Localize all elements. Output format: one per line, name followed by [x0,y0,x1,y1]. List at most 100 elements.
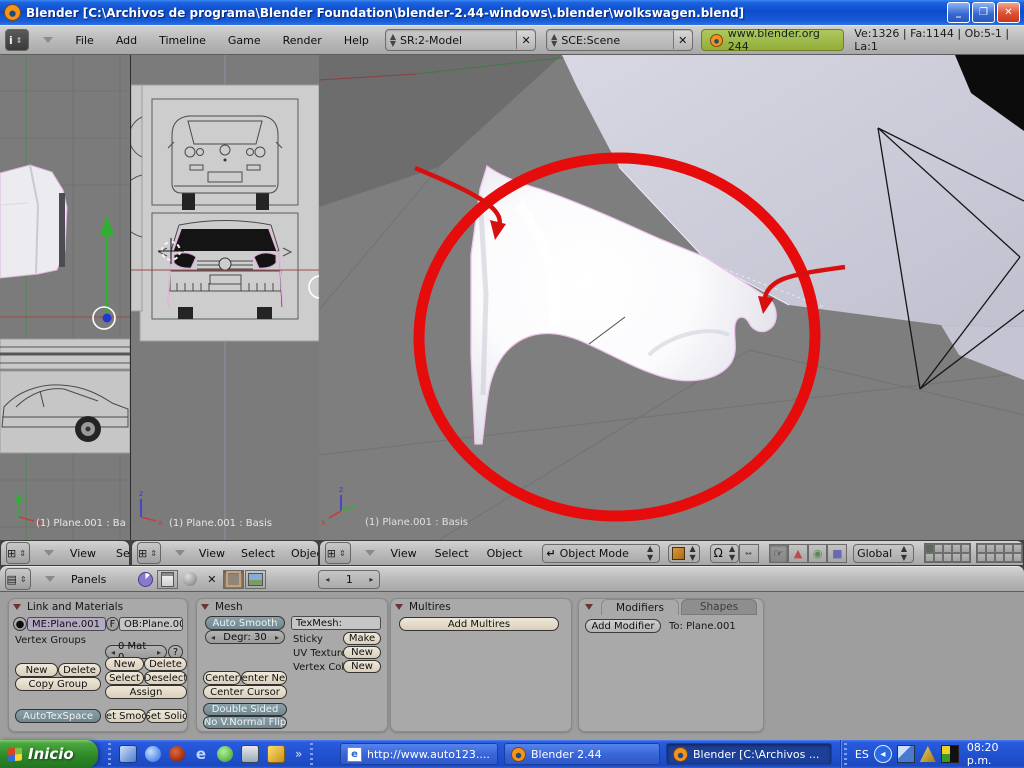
scene-context-icon[interactable] [245,570,266,589]
material-new-button[interactable]: New [105,657,144,671]
double-sided-toggle[interactable]: Double Sided [203,703,287,716]
task-button-blender[interactable]: Blender 2.44 [504,743,660,765]
tab-modifiers[interactable]: Modifiers [601,599,679,615]
logic-context-icon[interactable] [135,570,156,589]
start-button[interactable]: Inicio [0,740,98,768]
translate-manipulator-icon[interactable]: ▲ [788,544,808,563]
show-desktop-icon[interactable] [119,745,137,763]
panel-collapse-icon[interactable] [201,604,209,610]
antivirus-icon[interactable] [920,746,936,762]
grip-handle[interactable] [108,743,111,765]
screen-delete-icon[interactable]: ✕ [516,31,535,49]
viewport-main-canvas[interactable]: z x (1) Plane.001 : Basis [319,55,1024,540]
snap-grid-icon[interactable]: ⇿ [739,544,759,563]
viewport-side[interactable]: x (1) Plane.001 : Ba [0,55,131,540]
menu-object[interactable]: Object [291,547,319,560]
menu-render[interactable]: Render [283,34,322,47]
collapse-menus-icon[interactable] [45,576,55,582]
fake-user-button[interactable]: F [106,617,119,631]
set-smooth-button[interactable]: Set Smoot [105,709,146,723]
menu-file[interactable]: File [75,34,93,47]
editing-context-icon[interactable] [223,570,244,589]
vgroup-new-button[interactable]: New [15,663,58,677]
menu-object[interactable]: Object [487,547,523,560]
scene-selector[interactable]: ▲▼ SCE:Scene ✕ [546,29,693,51]
object-name-field[interactable]: OB:Plane.001 [119,617,183,631]
pivot-dropdown[interactable]: Ω ▲▼ [710,544,740,563]
collapse-menus-icon[interactable] [175,550,185,556]
viewport-side-canvas[interactable]: x (1) Plane.001 : Ba [0,55,130,540]
scale-manipulator-icon[interactable]: ■ [827,544,847,563]
clock-app-icon[interactable] [267,745,285,763]
buttons-window-type-icon[interactable]: ▤⇕ [5,568,31,590]
restore-button[interactable]: ❐ [972,2,995,23]
pin-icon[interactable]: ● [13,617,27,631]
hide-icons-chevron[interactable]: ◂ [874,745,892,763]
vcol-new-button[interactable]: New [343,660,381,673]
center-cursor-button[interactable]: Center Cursor [203,685,287,699]
autotexspace-toggle[interactable]: AutoTexSpace [15,709,101,723]
center-button[interactable]: Center [203,671,241,685]
display-settings-icon[interactable] [941,745,959,763]
no-vnormal-flip-toggle[interactable]: No V.Normal Flip [203,716,287,729]
texmesh-field[interactable]: TexMesh: [291,616,381,630]
select-button[interactable]: Select [105,671,144,685]
viewport-type-icon[interactable]: ⊞⇕ [6,542,30,564]
assign-button[interactable]: Assign [105,685,187,699]
object-context-icon[interactable]: ✕ [201,570,222,589]
collapse-menus-icon[interactable] [44,550,54,556]
collapse-menus-icon[interactable] [43,37,53,43]
language-indicator[interactable]: ES [855,748,869,761]
sticky-make-button[interactable]: Make [343,632,381,645]
panel-collapse-icon[interactable] [395,604,403,610]
panel-collapse-icon[interactable] [585,604,593,610]
messenger-icon[interactable] [217,746,233,762]
menu-select[interactable]: Select [116,547,130,560]
panel-header[interactable]: Mesh [201,601,243,613]
window-titlebar[interactable]: Blender [C:\Archivos de programa\Blender… [0,0,1024,25]
center-new-button[interactable]: Center New [241,671,287,685]
network-icon[interactable] [897,745,915,763]
copy-group-button[interactable]: Copy Group [15,677,101,691]
manipulator-hand-icon[interactable]: ☞ [769,544,789,563]
remote-window-icon[interactable] [241,745,259,763]
mode-dropdown[interactable]: ↵ Object Mode ▲▼ [542,544,660,563]
shading-context-icon[interactable] [179,570,200,589]
menu-select[interactable]: Select [241,547,275,560]
orientation-dropdown[interactable]: Global ▲▼ [853,544,914,563]
menu-select[interactable]: Select [435,547,469,560]
panels-menu[interactable]: Panels [71,573,106,586]
page-stepper[interactable]: ◂ 1 ▸ [318,570,380,589]
minimize-button[interactable]: _ [947,2,970,23]
task-button-blender-active[interactable]: Blender [C:\Archivos ... [666,743,832,765]
mesh-datablock-field[interactable]: ME:Plane.001 [27,617,106,631]
panel-header[interactable]: Multires [395,601,451,613]
draw-type-dropdown[interactable]: ▲▼ [668,544,700,563]
menu-timeline[interactable]: Timeline [159,34,206,47]
overflow-chevron[interactable]: » [295,747,302,761]
close-button[interactable]: ✕ [997,2,1020,23]
viewport-type-icon[interactable]: ⊞⇕ [325,542,351,564]
material-delete-button[interactable]: Delete [144,657,187,671]
menu-add[interactable]: Add [116,34,137,47]
layer-buttons-group-2[interactable] [976,543,1023,563]
viewport-front-canvas[interactable]: z x (1) Plane.001 : Basis [131,55,319,540]
collapse-menus-icon[interactable] [365,550,375,556]
menu-view[interactable]: View [70,547,96,560]
add-multires-button[interactable]: Add Multires [399,617,559,631]
menu-view[interactable]: View [199,547,225,560]
menu-game[interactable]: Game [228,34,261,47]
layer-buttons-group-1[interactable] [924,543,971,563]
media-player-icon[interactable] [145,746,161,762]
task-button-browser[interactable]: e http://www.auto123.... [340,743,498,765]
grip-handle[interactable] [310,743,313,765]
opera-icon[interactable] [169,746,185,762]
tab-shapes[interactable]: Shapes [681,599,757,615]
panel-collapse-icon[interactable] [13,604,21,610]
menu-view[interactable]: View [391,547,417,560]
deselect-button[interactable]: Deselect [144,671,187,685]
rotate-manipulator-icon[interactable]: ◉ [808,544,828,563]
panel-header[interactable]: Link and Materials [13,601,123,613]
blender-version-badge[interactable]: www.blender.org 244 [701,29,845,51]
viewport-main[interactable]: z x (1) Plane.001 : Basis [319,55,1024,540]
